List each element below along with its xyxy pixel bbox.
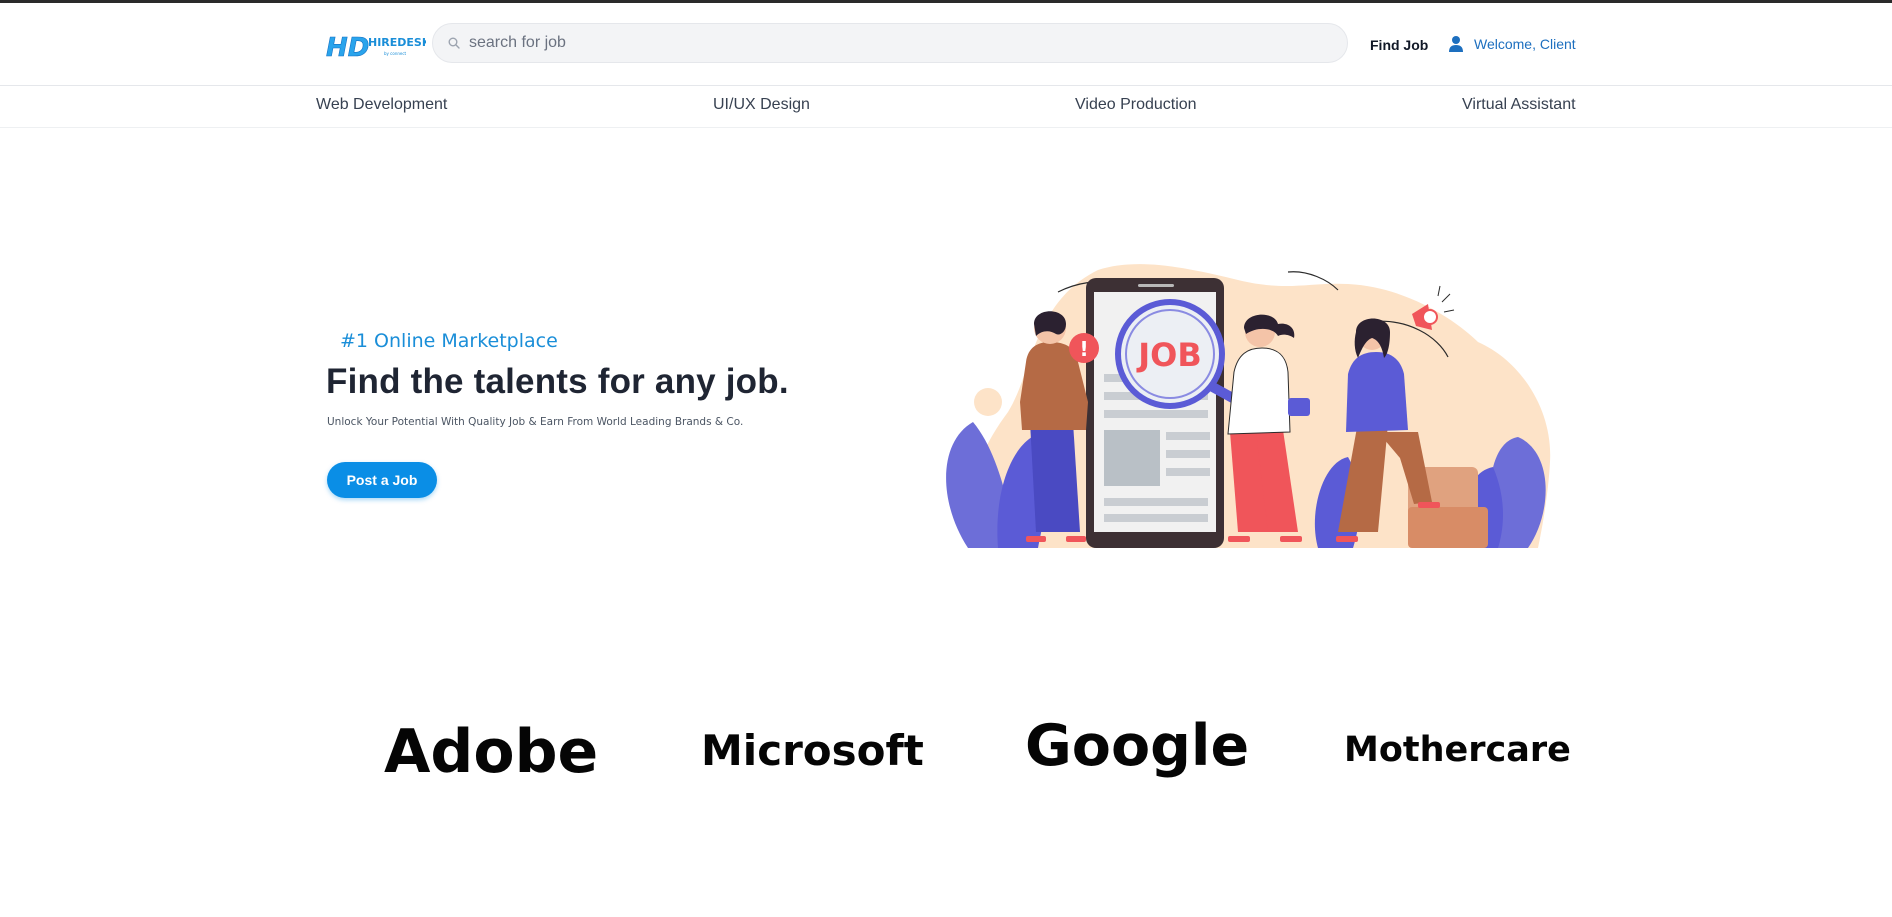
hiredesk-logo[interactable]: HD HIREDESK by connect xyxy=(326,32,431,64)
welcome-label: Welcome, Client xyxy=(1474,36,1576,52)
top-header: HD HIREDESK by connect Find Job Welcome,… xyxy=(0,3,1892,86)
hero-headline: Find the talents for any job. xyxy=(326,362,789,401)
category-ui-ux-design[interactable]: UI/UX Design xyxy=(713,96,810,114)
brand-logo-microsoft: Microsoft xyxy=(701,726,924,775)
search-bar[interactable] xyxy=(432,23,1348,63)
search-input[interactable] xyxy=(463,24,1329,62)
hero-illustration: JOB ! xyxy=(938,262,1554,548)
category-video-production[interactable]: Video Production xyxy=(1075,96,1197,114)
brand-logo-adobe: Adobe xyxy=(384,717,599,787)
brand-logo-mothercare: Mothercare xyxy=(1344,730,1571,770)
user-menu[interactable]: Welcome, Client xyxy=(1448,34,1576,54)
category-nav: Web Development UI/UX Design Video Produ… xyxy=(0,86,1892,128)
search-icon xyxy=(448,37,460,49)
post-a-job-button[interactable]: Post a Job xyxy=(327,462,437,498)
svg-text:HIREDESK: HIREDESK xyxy=(368,36,426,49)
hero-subline: Unlock Your Potential With Quality Job &… xyxy=(327,416,744,428)
svg-text:HD: HD xyxy=(326,33,369,62)
user-icon xyxy=(1449,36,1463,52)
category-web-development[interactable]: Web Development xyxy=(316,96,447,114)
brand-logo-google: Google xyxy=(1025,713,1250,779)
category-virtual-assistant[interactable]: Virtual Assistant xyxy=(1462,96,1576,114)
svg-text:by connect: by connect xyxy=(384,51,407,56)
hero-tagline: #1 Online Marketplace xyxy=(340,330,558,352)
find-job-link[interactable]: Find Job xyxy=(1370,37,1428,53)
svg-text:!: ! xyxy=(1079,337,1088,361)
svg-text:JOB: JOB xyxy=(1136,336,1202,374)
